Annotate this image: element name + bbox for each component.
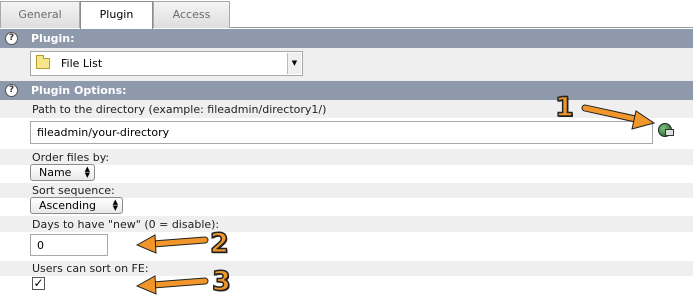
annotation-number-2: 2 [209, 227, 229, 260]
annotation-arrow [135, 234, 209, 254]
annotation-layer [135, 104, 656, 295]
annotation-arrow [135, 275, 209, 295]
annotation-number-3: 3 [211, 265, 231, 298]
annotation-number-1: 1 [554, 91, 574, 124]
annotation-arrow [581, 104, 656, 130]
